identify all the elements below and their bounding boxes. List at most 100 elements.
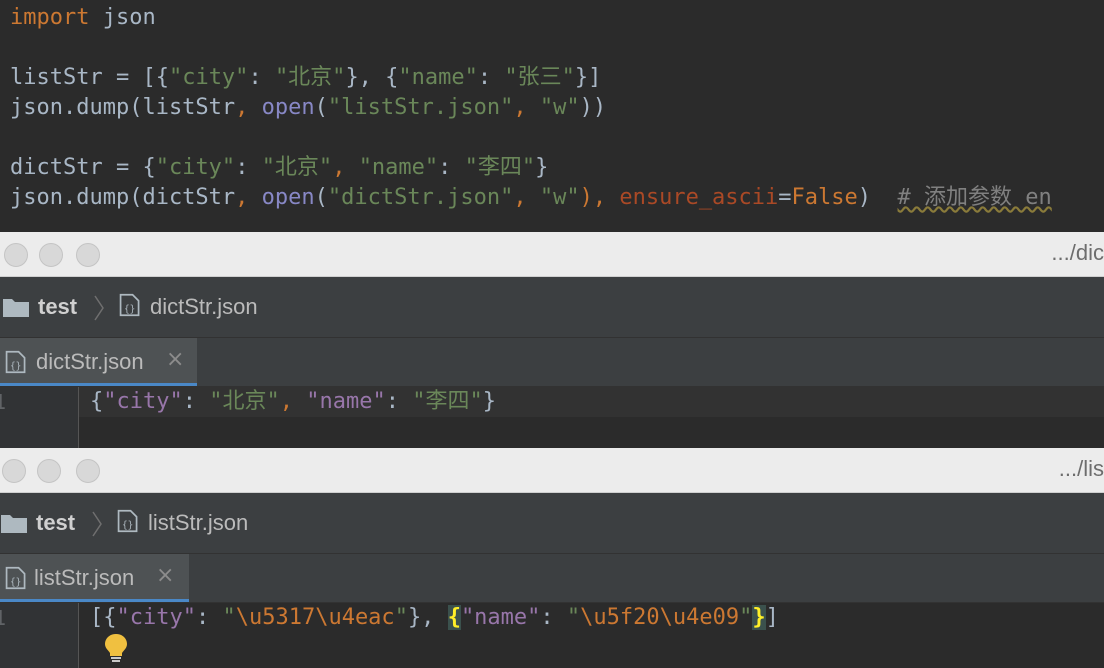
code-token: { bbox=[447, 605, 461, 630]
code-token: " bbox=[566, 605, 581, 630]
code-token: , bbox=[235, 185, 262, 210]
code-line-1: import json bbox=[10, 3, 156, 33]
breadcrumb-file[interactable]: dictStr.json bbox=[150, 277, 258, 337]
code-token: "李四" bbox=[464, 155, 536, 180]
line-number: 1 bbox=[0, 606, 7, 630]
code-token: "w" bbox=[539, 185, 580, 210]
code-token: = bbox=[778, 185, 792, 210]
json-content-line[interactable]: {"city": "北京", "name": "李四"} bbox=[90, 387, 496, 417]
code-token: ensure_ascii bbox=[619, 185, 779, 210]
code-token: dictStr = { bbox=[10, 155, 156, 180]
code-token: False bbox=[791, 185, 858, 210]
code-token: ( bbox=[314, 185, 328, 210]
code-token: # 添加参数 en bbox=[897, 185, 1052, 210]
code-token: "city" bbox=[155, 155, 236, 180]
code-token: : bbox=[438, 155, 465, 180]
code-token: " bbox=[222, 605, 236, 630]
code-token: \u5f20\u4e09 bbox=[580, 605, 740, 630]
code-token: " bbox=[394, 605, 408, 630]
code-token: )) bbox=[579, 95, 607, 120]
window-title-path: .../dic bbox=[1051, 240, 1104, 265]
navigation-bar: test {} listStr.json bbox=[0, 493, 1104, 554]
json-file-icon: {} bbox=[5, 566, 26, 590]
code-token: "name" bbox=[358, 155, 439, 180]
close-window-button[interactable] bbox=[4, 243, 28, 267]
breadcrumb-file[interactable]: listStr.json bbox=[148, 493, 248, 553]
code-token: " bbox=[739, 605, 753, 630]
folder-icon bbox=[3, 299, 29, 317]
close-icon[interactable]: × bbox=[156, 563, 174, 588]
code-token: ( bbox=[314, 95, 328, 120]
code-token: "张三" bbox=[504, 65, 575, 90]
code-token: }] bbox=[574, 65, 602, 90]
navigation-bar: test {} dictStr.json bbox=[0, 277, 1104, 338]
json-file-icon: {} bbox=[5, 350, 26, 374]
window-title-path: .../lis bbox=[1058, 456, 1104, 481]
breadcrumb-folder[interactable]: test bbox=[38, 277, 77, 337]
svg-text:{}: {} bbox=[124, 304, 135, 315]
window-titlebar[interactable]: .../dic bbox=[0, 232, 1104, 277]
close-icon[interactable]: × bbox=[166, 347, 184, 372]
code-token: } bbox=[482, 389, 496, 414]
code-token: json bbox=[89, 5, 156, 30]
code-token: ) bbox=[857, 185, 898, 210]
json-file-icon: {} bbox=[117, 509, 138, 533]
code-token: json.dump(listStr bbox=[10, 95, 236, 120]
line-gutter: 1 bbox=[0, 603, 79, 668]
zoom-window-button[interactable] bbox=[76, 459, 100, 483]
code-token: }, { bbox=[345, 65, 399, 90]
close-window-button[interactable] bbox=[2, 459, 26, 483]
code-token: : bbox=[540, 605, 567, 630]
code-token: "李四" bbox=[412, 389, 483, 414]
tab-label: listStr.json bbox=[34, 565, 135, 590]
svg-text:{}: {} bbox=[10, 577, 21, 588]
code-token: : bbox=[182, 389, 210, 414]
folder-icon bbox=[1, 515, 27, 533]
code-token: }, bbox=[407, 605, 448, 630]
code-line-4: json.dump(listStr, open("listStr.json", … bbox=[10, 93, 606, 123]
liststr-window: .../lis test {} listStr.json {} listStr.… bbox=[0, 448, 1104, 668]
code-line-7: json.dump(dictStr, open("dictStr.json", … bbox=[10, 183, 1052, 213]
code-token: , bbox=[513, 95, 540, 120]
code-token: ), bbox=[579, 185, 620, 210]
code-token: json.dump(dictStr bbox=[10, 185, 236, 210]
chevron-right-icon bbox=[92, 511, 102, 537]
code-token: , bbox=[332, 155, 359, 180]
python-editor[interactable]: import json listStr = [{"city": "北京"}, {… bbox=[0, 0, 1104, 232]
code-token: import bbox=[10, 5, 90, 30]
minimize-window-button[interactable] bbox=[37, 459, 61, 483]
code-token: : bbox=[477, 65, 505, 90]
zoom-window-button[interactable] bbox=[76, 243, 100, 267]
code-token: "name" bbox=[460, 605, 541, 630]
tab-dictstr-json[interactable]: {} dictStr.json × bbox=[0, 338, 197, 386]
code-token: "北京" bbox=[209, 389, 280, 414]
tab-liststr-json[interactable]: {} listStr.json × bbox=[0, 554, 189, 602]
code-token: { bbox=[90, 389, 104, 414]
dictstr-window: .../dic test {} dictStr.json {} dictStr.… bbox=[0, 232, 1104, 448]
svg-text:{}: {} bbox=[10, 361, 21, 372]
code-line-6: dictStr = {"city": "北京", "name": "李四"} bbox=[10, 153, 548, 183]
json-file-icon: {} bbox=[119, 293, 140, 317]
code-token: : bbox=[195, 605, 223, 630]
code-token: ] bbox=[765, 605, 779, 630]
breadcrumb-folder[interactable]: test bbox=[36, 493, 75, 553]
code-token: "city" bbox=[168, 65, 249, 90]
code-token: , bbox=[279, 389, 307, 414]
tab-label: dictStr.json bbox=[36, 349, 144, 374]
code-token: "listStr.json" bbox=[327, 95, 514, 120]
lightbulb-icon[interactable] bbox=[103, 632, 129, 664]
code-token: "name" bbox=[398, 65, 478, 90]
window-titlebar[interactable]: .../lis bbox=[0, 448, 1104, 493]
minimize-window-button[interactable] bbox=[39, 243, 63, 267]
editor-tab-bar: {} listStr.json × bbox=[0, 554, 1104, 603]
code-token: "w" bbox=[539, 95, 580, 120]
code-token: , bbox=[235, 95, 262, 120]
svg-text:{}: {} bbox=[122, 520, 133, 531]
code-token: [{ bbox=[90, 605, 117, 630]
json-content-line[interactable]: [{"city": "\u5317\u4eac"}, {"name": "\u5… bbox=[90, 603, 779, 633]
code-token: : bbox=[385, 389, 413, 414]
code-token: : bbox=[235, 155, 262, 180]
editor-tab-bar: {} dictStr.json × bbox=[0, 338, 1104, 387]
chevron-right-icon bbox=[94, 295, 104, 321]
code-token: "city" bbox=[103, 389, 183, 414]
